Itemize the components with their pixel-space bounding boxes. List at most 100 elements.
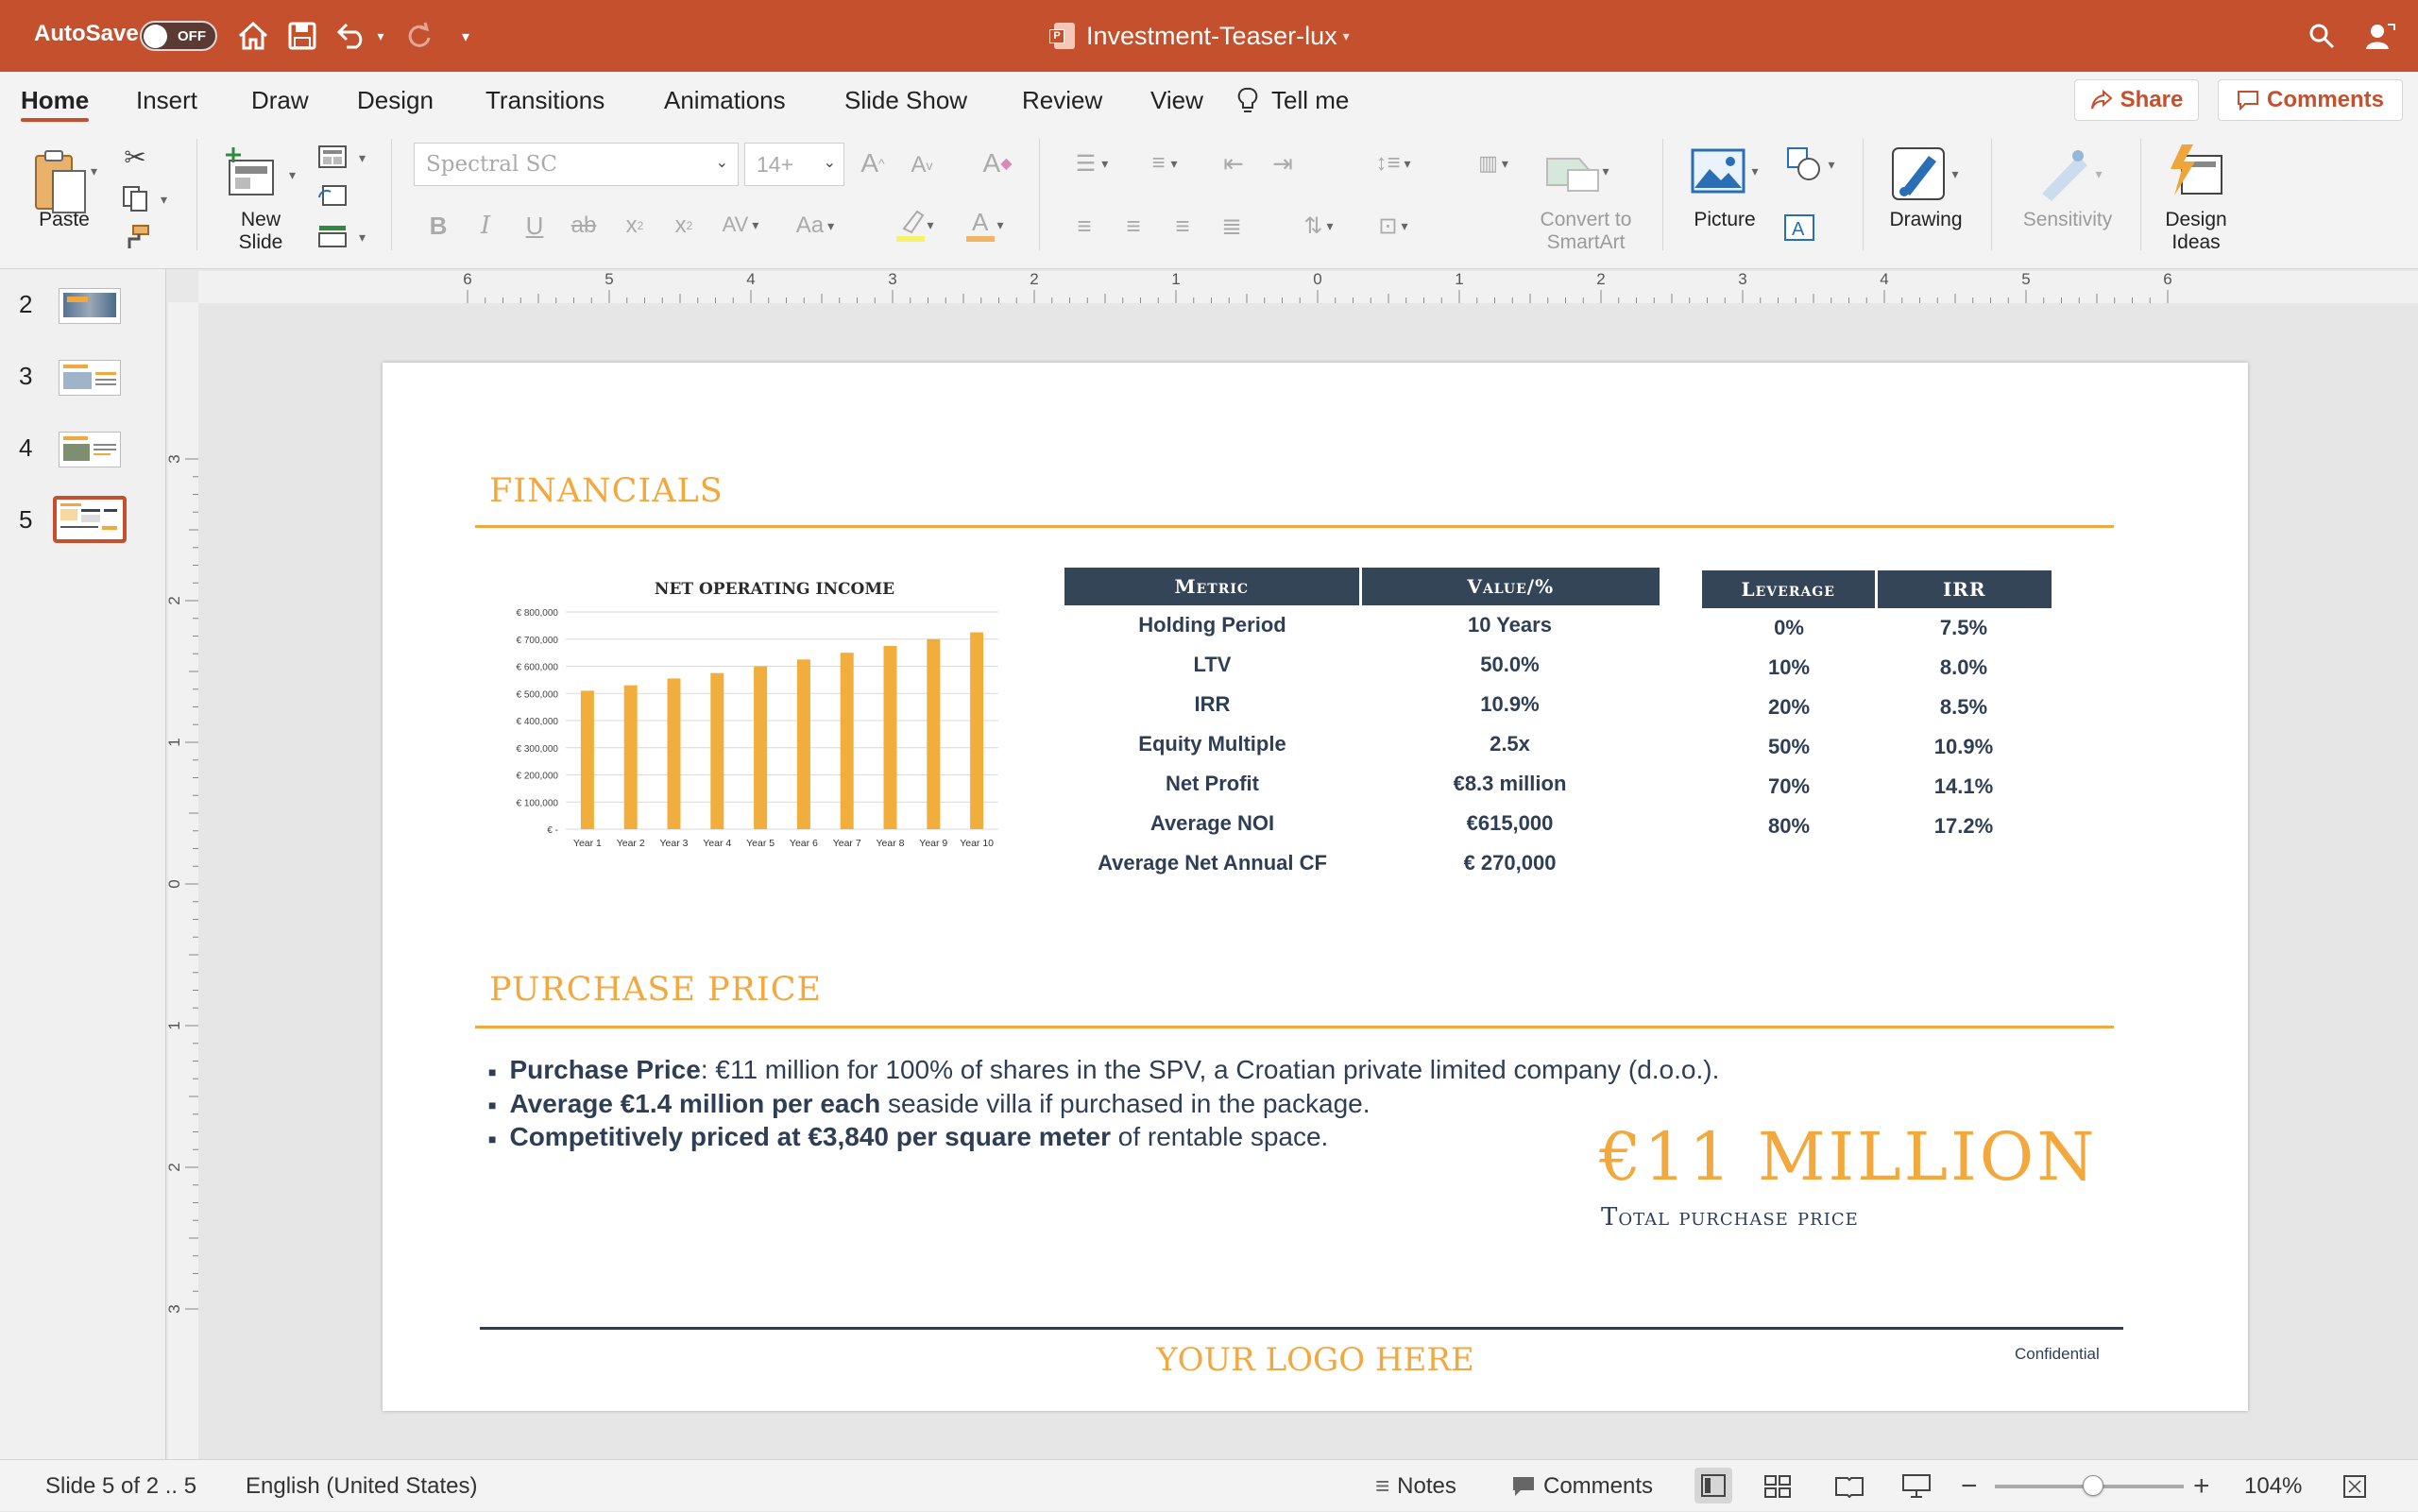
subscript-icon[interactable]: x2 bbox=[667, 207, 701, 245]
zoom-level[interactable]: 104% bbox=[2244, 1460, 2302, 1512]
metric-name: Net Profit bbox=[1166, 772, 1259, 795]
tell-me-box[interactable]: Tell me bbox=[1237, 72, 1349, 129]
zoom-slider[interactable] bbox=[1995, 1460, 2184, 1512]
strikethrough-icon[interactable]: ab bbox=[567, 207, 601, 245]
align-center-icon[interactable]: ≡ bbox=[1115, 207, 1152, 245]
copy-dropdown-icon[interactable]: ▾ bbox=[161, 192, 167, 208]
decrease-font-size-icon[interactable]: Av bbox=[903, 146, 941, 184]
picture-icon[interactable]: ▾ bbox=[1687, 143, 1762, 199]
align-left-icon[interactable]: ≡ bbox=[1065, 207, 1103, 245]
increase-indent-icon[interactable]: ⇥ bbox=[1264, 144, 1302, 182]
justify-icon[interactable]: ≣ bbox=[1213, 207, 1251, 245]
columns-icon[interactable]: ▥ ▾ bbox=[1460, 144, 1526, 182]
font-color-icon[interactable]: A ▾ bbox=[956, 203, 1013, 246]
tab-insert[interactable]: Insert bbox=[136, 72, 197, 129]
document-title-group[interactable]: P Investment-Teaser-lux ▾ bbox=[1049, 17, 1350, 55]
text-box-icon[interactable]: A bbox=[1778, 211, 1821, 245]
tab-review[interactable]: Review bbox=[1022, 72, 1102, 129]
save-icon[interactable] bbox=[283, 17, 321, 55]
shapes-icon[interactable]: ▾ bbox=[1778, 143, 1844, 186]
paste-dropdown-icon[interactable]: ▾ bbox=[91, 163, 97, 179]
sensitivity-icon[interactable]: ▾ bbox=[2027, 143, 2112, 205]
share-button[interactable]: Share bbox=[2074, 79, 2199, 121]
zoom-out-button[interactable]: − bbox=[1961, 1460, 1978, 1512]
undo-dropdown-icon[interactable]: ▾ bbox=[372, 25, 389, 47]
slide-show-button[interactable] bbox=[1902, 1460, 1931, 1512]
bold-icon[interactable]: B bbox=[421, 207, 455, 245]
numbering-icon[interactable]: ≡ ▾ bbox=[1133, 144, 1196, 182]
drawing-icon[interactable]: ▾ bbox=[1883, 143, 1965, 205]
cut-icon[interactable]: ✂ bbox=[121, 143, 149, 172]
layout-icon[interactable] bbox=[315, 143, 349, 171]
clear-formatting-icon[interactable]: A ◆ bbox=[979, 144, 1016, 182]
underline-icon[interactable]: U bbox=[518, 207, 552, 245]
tab-draw[interactable]: Draw bbox=[251, 72, 309, 129]
zoom-in-button[interactable]: + bbox=[2193, 1460, 2210, 1512]
layout-dropdown-icon[interactable]: ▾ bbox=[359, 150, 366, 166]
character-spacing-icon[interactable]: AV ▾ bbox=[714, 205, 767, 245]
language-indicator[interactable]: English (United States) bbox=[246, 1460, 477, 1512]
change-case-icon[interactable]: Aa ▾ bbox=[786, 207, 844, 245]
align-text-icon[interactable]: ⊡ ▾ bbox=[1360, 207, 1426, 245]
slide-thumbnail-2[interactable] bbox=[59, 288, 121, 324]
highlight-icon[interactable]: ▾ bbox=[886, 203, 943, 246]
financials-heading[interactable]: FINANCIALS bbox=[489, 472, 724, 510]
purchase-price-heading[interactable]: PURCHASE PRICE bbox=[489, 971, 822, 1009]
tab-home[interactable]: Home bbox=[21, 72, 90, 129]
purchase-bullets[interactable]: ■ Purchase Price: €11 million for 100% of… bbox=[488, 1054, 1719, 1155]
reset-icon[interactable] bbox=[315, 182, 349, 211]
notes-button[interactable]: ≡ Notes bbox=[1375, 1460, 1456, 1512]
align-right-icon[interactable]: ≡ bbox=[1164, 207, 1201, 245]
big-price-caption[interactable]: Total purchase price bbox=[1601, 1203, 1859, 1232]
tab-slide-show[interactable]: Slide Show bbox=[844, 72, 967, 129]
autosave-toggle[interactable]: OFF bbox=[140, 21, 217, 51]
comments-button[interactable]: Comments bbox=[2218, 79, 2403, 121]
copy-icon[interactable] bbox=[117, 184, 155, 212]
purchase-price-rule bbox=[475, 1026, 2114, 1028]
customize-toolbar-icon[interactable]: ▾ bbox=[451, 23, 480, 51]
section-dropdown-icon[interactable]: ▾ bbox=[359, 229, 366, 246]
design-ideas-icon[interactable] bbox=[2161, 139, 2231, 205]
confidential-label[interactable]: Confidential bbox=[2015, 1345, 2100, 1364]
zoom-slider-knob[interactable] bbox=[2083, 1474, 2103, 1496]
tab-design[interactable]: Design bbox=[357, 72, 434, 129]
new-slide-icon[interactable] bbox=[219, 143, 281, 205]
reading-view-button[interactable] bbox=[1834, 1460, 1865, 1512]
big-price[interactable]: €11 MILLION bbox=[1599, 1118, 2097, 1196]
font-name-select[interactable]: Spectral SC ⌄ bbox=[414, 143, 739, 186]
x-tick-label: Year 9 bbox=[919, 838, 947, 849]
slide-thumbnail-5[interactable] bbox=[53, 496, 127, 543]
slide-thumbnail-3[interactable] bbox=[59, 360, 121, 396]
metric-value: 2.5x bbox=[1490, 732, 1530, 756]
tab-transitions[interactable]: Transitions bbox=[485, 72, 604, 129]
status-comments-button[interactable]: Comments bbox=[1511, 1460, 1653, 1512]
account-icon[interactable] bbox=[2361, 17, 2399, 55]
slide[interactable]: FINANCIALS NET OPERATING INCOME € - € 100… bbox=[383, 363, 2248, 1411]
chart-bar bbox=[623, 685, 638, 829]
decrease-indent-icon[interactable]: ⇤ bbox=[1215, 144, 1252, 182]
text-direction-icon[interactable]: ⇅ ▾ bbox=[1288, 207, 1349, 245]
superscript-icon[interactable]: x2 bbox=[618, 207, 652, 245]
new-slide-dropdown-icon[interactable]: ▾ bbox=[289, 167, 296, 183]
noi-chart[interactable]: NET OPERATING INCOME € - € 100,000 € 200,0… bbox=[477, 580, 1006, 882]
tab-view[interactable]: View bbox=[1150, 72, 1203, 129]
bullets-icon[interactable]: ☰ ▾ bbox=[1064, 144, 1120, 182]
format-painter-icon[interactable] bbox=[117, 222, 155, 254]
undo-icon[interactable] bbox=[331, 17, 372, 55]
italic-icon[interactable]: I bbox=[468, 207, 502, 245]
search-icon[interactable] bbox=[2305, 19, 2339, 53]
section-icon[interactable] bbox=[315, 222, 349, 250]
smartart-icon[interactable]: ▾ bbox=[1540, 143, 1615, 199]
fit-to-window-button[interactable] bbox=[2342, 1460, 2367, 1512]
font-size-select[interactable]: 14+ ⌄ bbox=[744, 143, 844, 186]
tab-animations[interactable]: Animations bbox=[664, 72, 786, 129]
logo-placeholder[interactable]: YOUR LOGO HERE bbox=[383, 1341, 2248, 1379]
line-spacing-icon[interactable]: ↕≡ ▾ bbox=[1360, 144, 1426, 182]
redo-icon[interactable] bbox=[400, 17, 438, 55]
leverage-value: 20% bbox=[1767, 695, 1811, 719]
slide-thumbnail-4[interactable] bbox=[59, 432, 121, 467]
normal-view-button[interactable] bbox=[1694, 1468, 1732, 1504]
home-icon[interactable] bbox=[234, 17, 272, 55]
slide-sorter-button[interactable] bbox=[1764, 1460, 1791, 1512]
increase-font-size-icon[interactable]: A ^ bbox=[854, 144, 892, 182]
